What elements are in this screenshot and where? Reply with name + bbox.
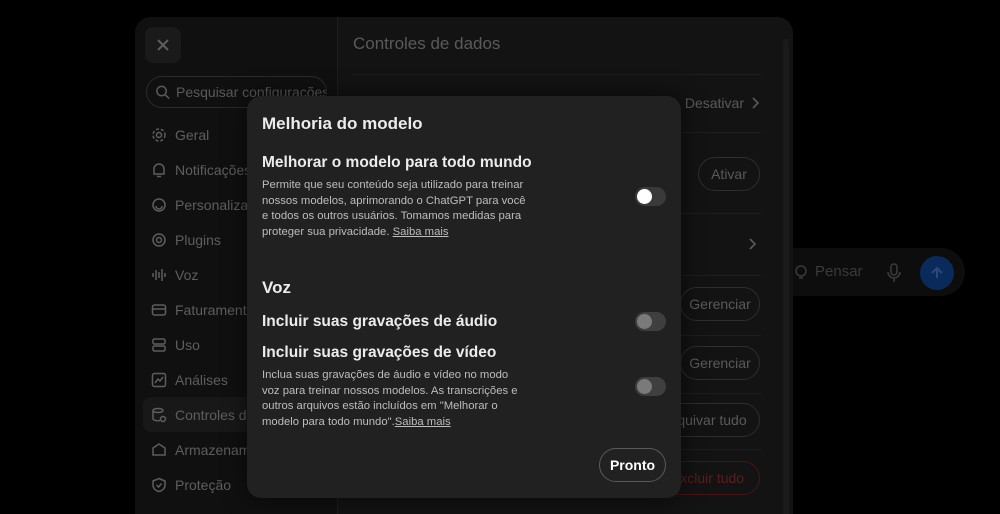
usage-icon bbox=[152, 337, 166, 352]
improve-model-row-value[interactable]: Desativar bbox=[685, 95, 760, 111]
settings-content-title: Controles de dados bbox=[353, 34, 501, 53]
video-recordings-description: Inclua suas gravações de áudio e vídeo n… bbox=[262, 368, 520, 430]
chart-icon bbox=[151, 372, 167, 387]
screen: Pensar Geral Notificações Perso bbox=[0, 0, 1000, 514]
shield-icon bbox=[152, 477, 166, 492]
database-icon bbox=[152, 407, 167, 422]
send-button[interactable] bbox=[920, 256, 954, 290]
manage-button-label: Gerenciar bbox=[689, 355, 751, 371]
video-recordings-label: Incluir suas gravações de vídeo bbox=[262, 344, 497, 361]
sidebar-item-label: Análises bbox=[175, 371, 228, 388]
at-icon bbox=[152, 232, 166, 247]
audio-recordings-toggle[interactable] bbox=[635, 312, 666, 331]
billing-icon bbox=[151, 303, 167, 316]
sidebar-item-label: Voz bbox=[175, 266, 199, 283]
audio-recordings-label: Incluir suas gravações de áudio bbox=[262, 313, 498, 330]
chevron-right-icon[interactable] bbox=[747, 238, 757, 250]
improve-model-label: Melhorar o modelo para todo mundo bbox=[262, 154, 532, 171]
chevron-right-icon bbox=[752, 97, 760, 109]
learn-more-link[interactable]: Saiba mais bbox=[393, 226, 449, 238]
improve-model-description: Permite que seu conteúdo seja utilizado … bbox=[262, 178, 527, 240]
close-button[interactable] bbox=[145, 27, 181, 63]
manage-button-1[interactable]: Gerenciar bbox=[680, 287, 760, 321]
think-label: Pensar bbox=[815, 263, 863, 280]
divider bbox=[353, 74, 761, 75]
scrollbar[interactable] bbox=[783, 39, 789, 514]
improve-model-value: Desativar bbox=[684, 95, 744, 111]
video-recordings-toggle[interactable] bbox=[635, 377, 666, 396]
microphone-icon[interactable] bbox=[886, 263, 902, 283]
arrow-up-icon bbox=[931, 266, 943, 278]
lightbulb-icon bbox=[795, 264, 807, 279]
personalization-icon bbox=[152, 197, 166, 212]
sidebar-item-label: Notificações bbox=[175, 161, 252, 178]
manage-button-2[interactable]: Gerenciar bbox=[680, 346, 760, 380]
sidebar-item-label: Plugins bbox=[175, 231, 221, 248]
toggle-knob bbox=[637, 379, 652, 394]
sidebar-item-label: Geral bbox=[175, 126, 210, 143]
toggle-knob bbox=[637, 189, 652, 204]
activate-button-label: Ativar bbox=[711, 166, 747, 182]
sidebar-item-label: Faturamento bbox=[175, 301, 255, 318]
search-icon bbox=[156, 85, 170, 100]
video-recordings-description-text: Inclua suas gravações de áudio e vídeo n… bbox=[262, 369, 518, 428]
voice-section-title: Voz bbox=[262, 278, 291, 297]
toggle-knob bbox=[637, 314, 652, 329]
gear-icon bbox=[152, 127, 166, 142]
storage-icon bbox=[152, 442, 166, 456]
improve-model-toggle[interactable] bbox=[635, 187, 666, 206]
done-button[interactable]: Pronto bbox=[599, 448, 666, 482]
sidebar-item-label: Uso bbox=[175, 336, 200, 353]
manage-button-label: Gerenciar bbox=[689, 296, 751, 312]
model-improvement-modal: Melhoria do modelo Melhorar o modelo par… bbox=[247, 96, 681, 498]
sidebar-item-label: Proteção bbox=[175, 476, 232, 493]
modal-title: Melhoria do modelo bbox=[262, 114, 423, 133]
waveform-icon bbox=[152, 268, 166, 281]
delete-all-label: Excluir tudo bbox=[670, 470, 745, 486]
activate-button[interactable]: Ativar bbox=[698, 157, 760, 191]
close-icon bbox=[157, 39, 169, 51]
think-button[interactable]: Pensar bbox=[793, 263, 863, 280]
bell-icon bbox=[153, 162, 165, 177]
learn-more-link[interactable]: Saiba mais bbox=[395, 416, 451, 428]
